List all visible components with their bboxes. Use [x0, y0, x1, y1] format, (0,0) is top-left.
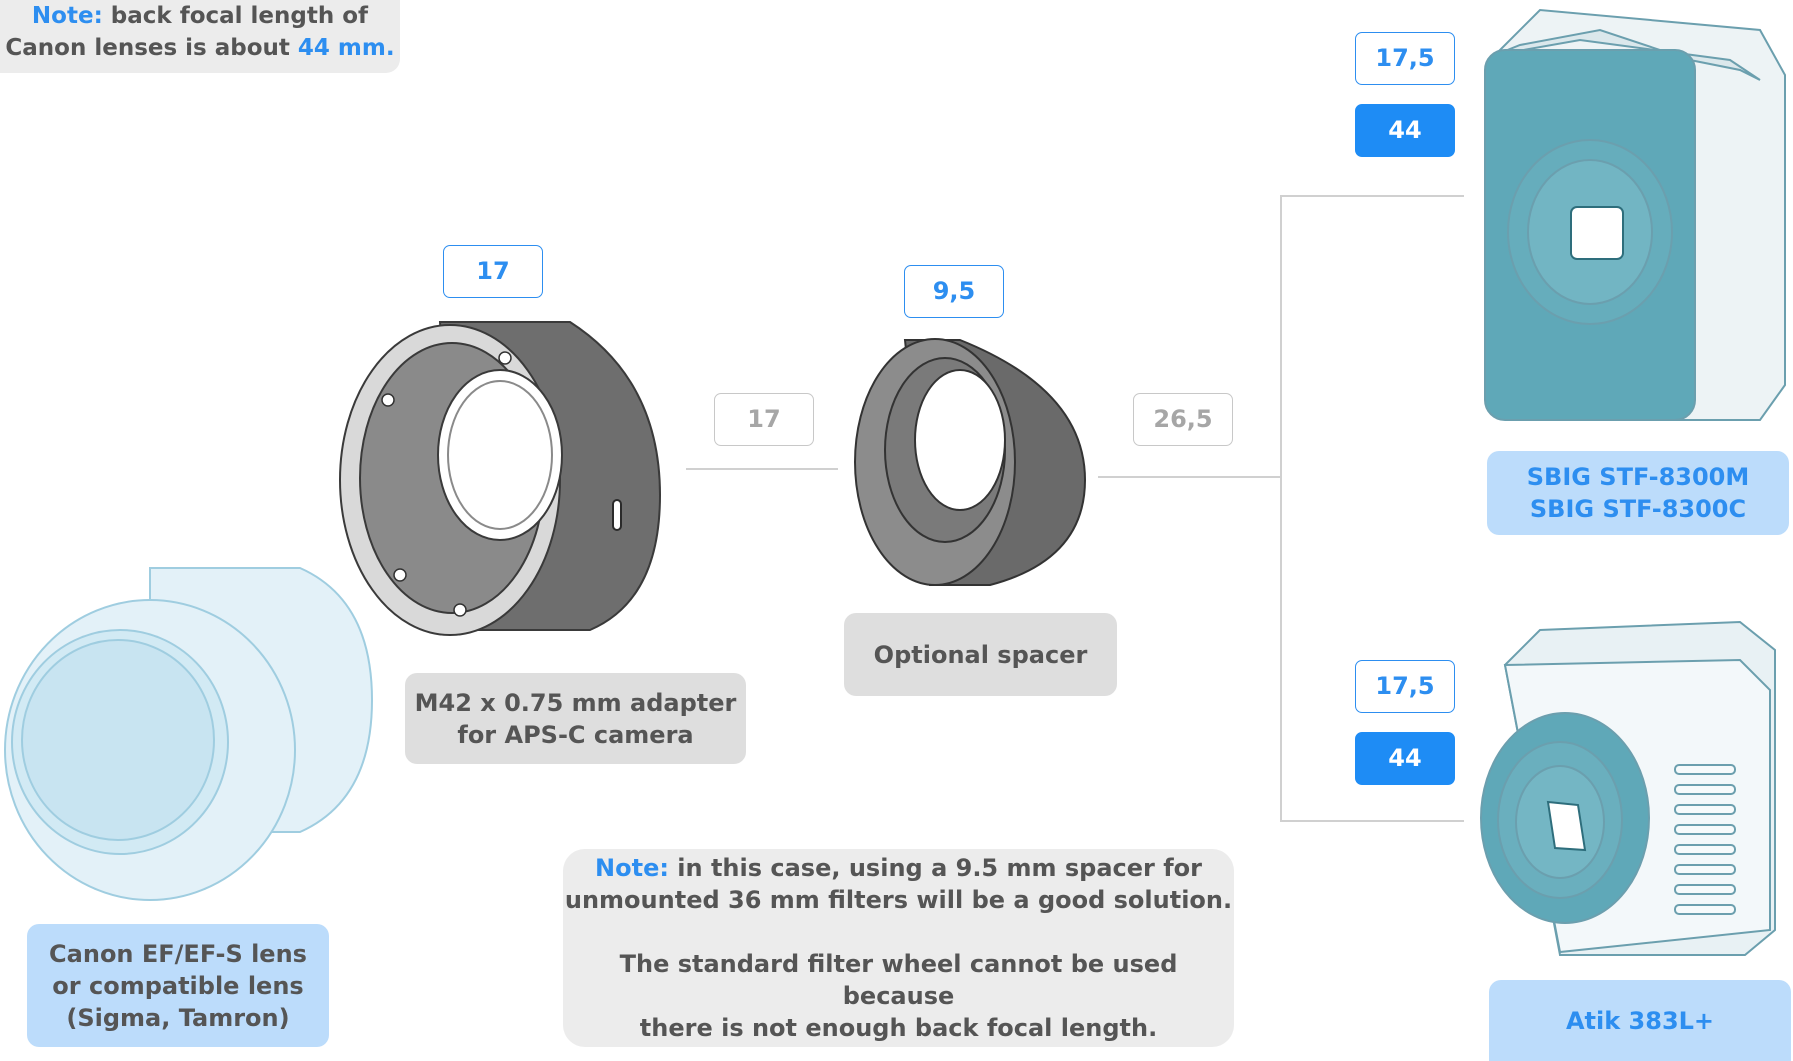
adapter-label-line1: M42 x 0.75 mm adapter: [414, 688, 737, 717]
connector-spacer-bracket: [1098, 476, 1280, 478]
connector-adapter-spacer: [686, 468, 838, 470]
bottom-note-line2: unmounted 36 mm filters will be a good s…: [564, 886, 1233, 914]
lens-label: Canon EF/EF-S lens or compatible lens (S…: [27, 924, 329, 1047]
lens-label-line1: Canon EF/EF-S lens: [49, 939, 307, 968]
top-note-line2: Canon lenses is about: [5, 35, 298, 61]
bottom-note-prefix: Note:: [595, 854, 669, 882]
spacer-label: Optional spacer: [844, 613, 1117, 696]
bottom-note-line4: there is not enough back focal length.: [639, 1014, 1158, 1042]
bottom-note-line1: in this case, using a 9.5 mm spacer for: [668, 854, 1202, 882]
atik-total-box: 44: [1355, 732, 1455, 785]
sbig-label: SBIG STF-8300M SBIG STF-8300C: [1487, 451, 1789, 535]
lens-label-line3: (Sigma, Tamron): [66, 1003, 290, 1032]
bracket-top-arm: [1280, 195, 1464, 197]
lens-label-line2: or compatible lens: [52, 971, 304, 1000]
bottom-note: Note: in this case, using a 9.5 mm space…: [563, 849, 1234, 1047]
adapter-spacer-link-box: 17: [714, 393, 814, 446]
sbig-label-line2: SBIG STF-8300C: [1529, 495, 1747, 523]
sbig-total-box: 44: [1355, 104, 1455, 157]
bracket-vertical: [1280, 195, 1282, 821]
top-note-line1: back focal length of: [102, 3, 369, 29]
top-note-prefix: Note:: [31, 3, 103, 29]
atik-label-text: Atik 383L+: [1565, 1006, 1715, 1035]
adapter-label-line2: for APS-C camera: [457, 720, 694, 749]
sbig-distance-box: 17,5: [1355, 32, 1455, 85]
spacer-label-text: Optional spacer: [873, 640, 1088, 669]
spacer-camera-link-box: 26,5: [1133, 393, 1233, 446]
atik-distance-box: 17,5: [1355, 660, 1455, 713]
bracket-bottom-arm: [1280, 820, 1464, 822]
spacer-distance-box: 9,5: [904, 265, 1004, 318]
sbig-label-line1: SBIG STF-8300M: [1526, 463, 1750, 491]
top-note: Note: back focal length of Canon lenses …: [0, 0, 400, 73]
bottom-note-line3: The standard filter wheel cannot be used…: [619, 950, 1178, 1010]
top-note-value: 44 mm.: [297, 35, 395, 61]
atik-label: Atik 383L+: [1489, 980, 1791, 1061]
adapter-distance-box: 17: [443, 245, 543, 298]
adapter-label: M42 x 0.75 mm adapter for APS-C camera: [405, 673, 746, 764]
